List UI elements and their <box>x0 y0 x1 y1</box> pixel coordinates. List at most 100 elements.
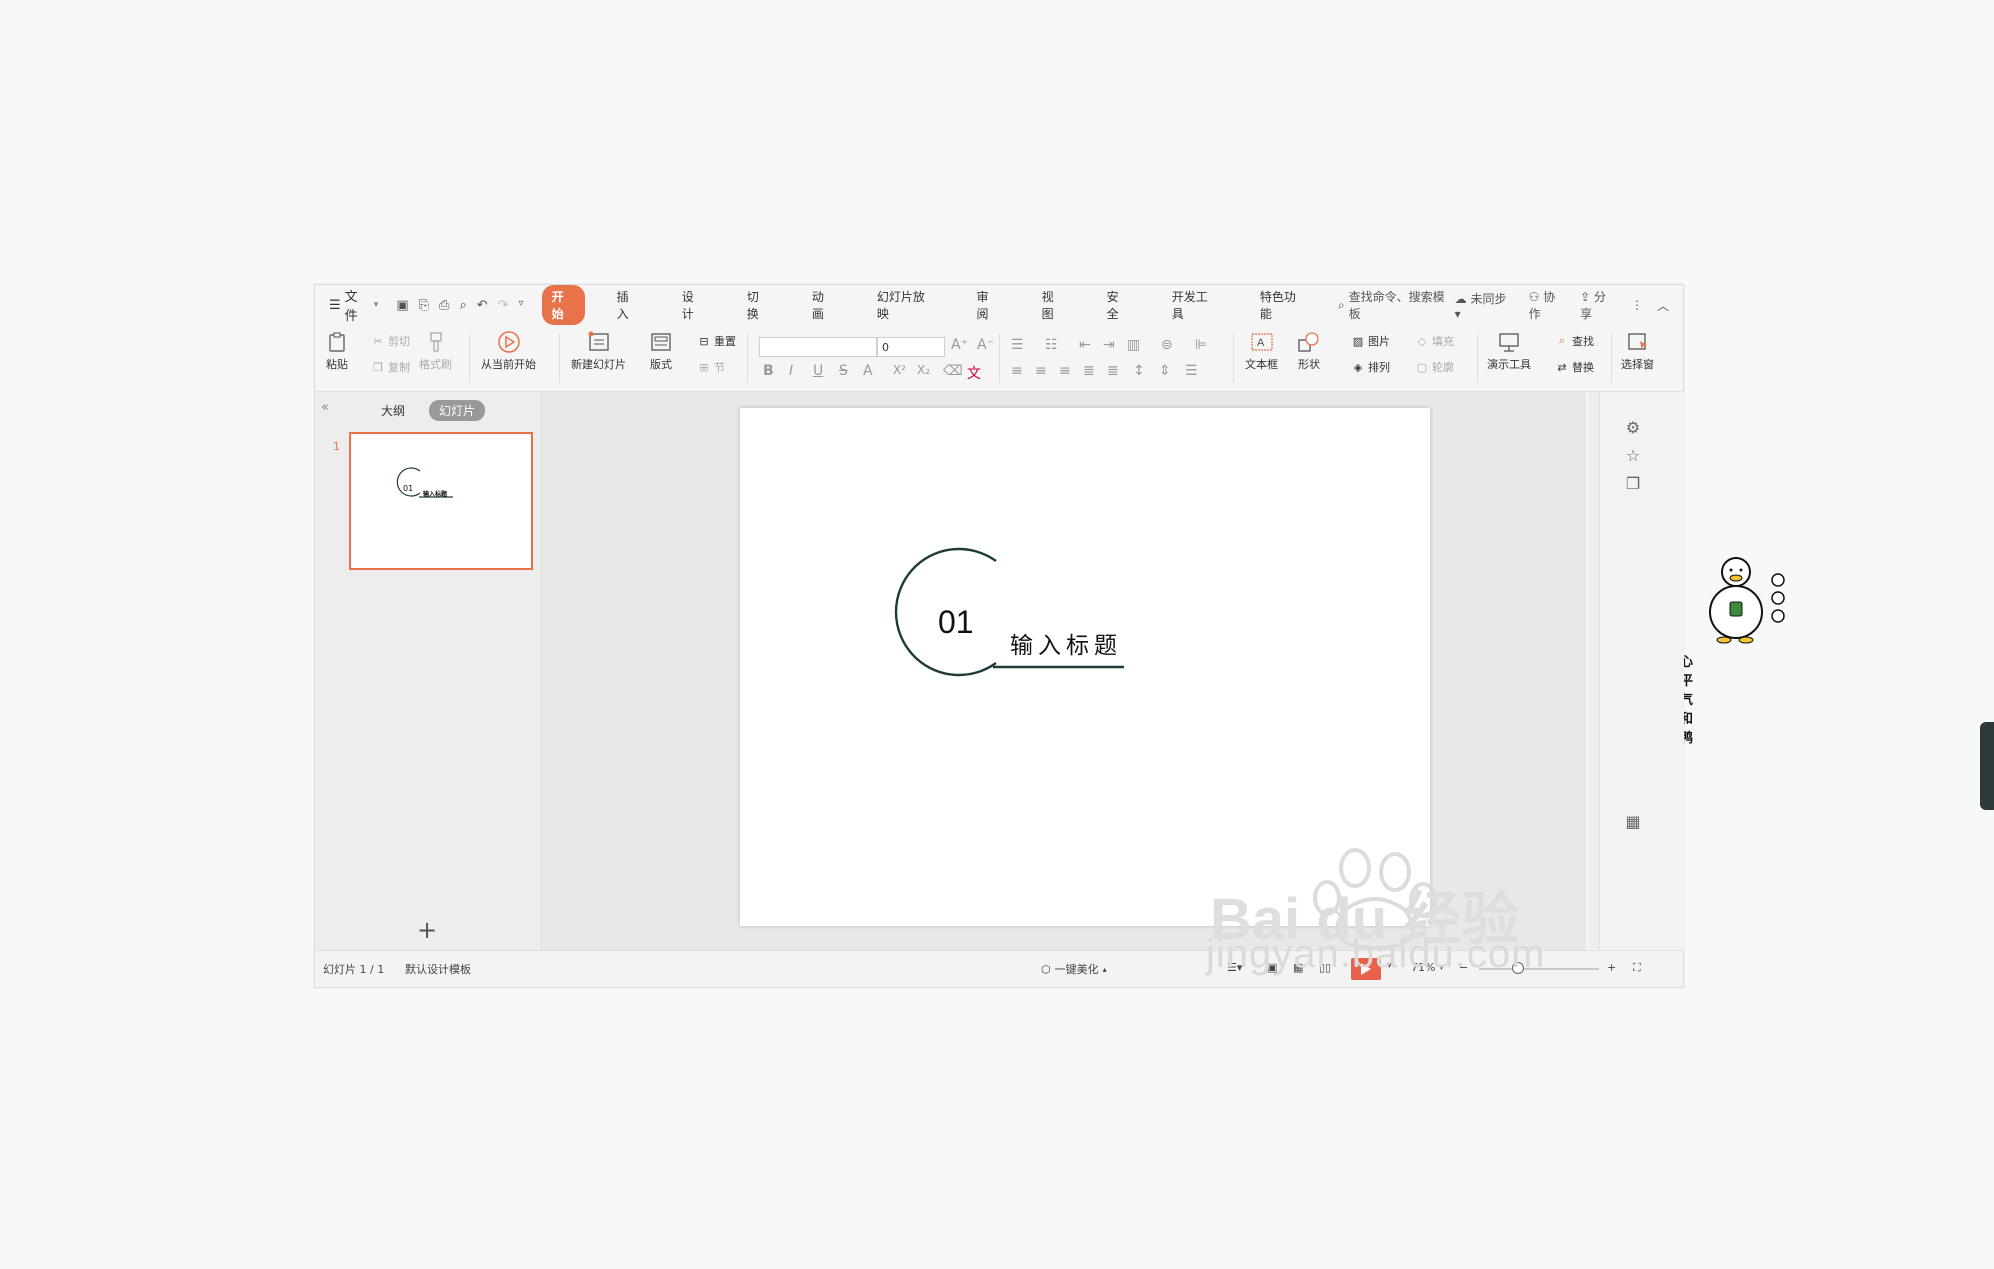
tab-animation[interactable]: 动画 <box>802 285 845 325</box>
bullet-list-icon[interactable]: ☰ <box>1011 337 1024 353</box>
animation-icon[interactable]: ☆ <box>1624 446 1642 465</box>
paragraph-settings-icon[interactable]: ☰ <box>1185 363 1198 379</box>
file-menu[interactable]: ☰ 文件 ▾ <box>329 286 378 324</box>
section-button[interactable]: ⊞ 节 <box>697 359 725 375</box>
reset-button[interactable]: ⊟ 重置 <box>697 333 736 349</box>
customize-icon[interactable]: ▿ <box>519 298 524 313</box>
tab-home[interactable]: 开始 <box>541 285 585 325</box>
subscript-icon[interactable]: X₂ <box>917 363 930 377</box>
add-slide-icon[interactable]: + <box>417 916 437 944</box>
textbox-button[interactable]: A 文本框 <box>1245 331 1278 372</box>
print-icon[interactable]: ⎙ <box>439 298 449 313</box>
numbered-list-icon[interactable]: ☷ <box>1045 337 1058 353</box>
align-center-icon[interactable]: ≡ <box>1035 363 1047 379</box>
tab-transition[interactable]: 切换 <box>737 285 780 325</box>
underline-icon[interactable]: U <box>813 363 823 379</box>
shape-button[interactable]: 形状 <box>1297 331 1321 372</box>
font-color-icon[interactable]: A <box>863 363 873 379</box>
picture-button[interactable]: ▨ 图片 <box>1351 333 1390 349</box>
slide-number-text[interactable]: 01 <box>938 604 974 641</box>
tab-insert[interactable]: 插入 <box>607 285 650 325</box>
tab-slides[interactable]: 幻灯片 <box>429 400 486 421</box>
design-template[interactable]: 默认设计模板 <box>405 961 471 977</box>
side-floating-widget[interactable] <box>1980 722 1994 810</box>
distribute-icon[interactable]: ≣ <box>1107 363 1119 379</box>
selection-pane-label: 选择窗 <box>1621 358 1654 371</box>
format-painter-button[interactable]: 格式刷 <box>419 331 452 372</box>
tab-outline[interactable]: 大纲 <box>371 400 415 421</box>
align-left-icon[interactable]: ≡ <box>1011 363 1023 379</box>
tab-design[interactable]: 设计 <box>672 285 715 325</box>
strikethrough-icon[interactable]: S <box>839 363 848 379</box>
more-icon[interactable]: ⋮ <box>1631 298 1643 312</box>
tab-view[interactable]: 视图 <box>1032 285 1075 325</box>
format-painter-icon[interactable]: ⎘ <box>419 298 429 313</box>
columns-icon[interactable]: ▥ <box>1127 337 1140 353</box>
user-icon: ⚇ <box>1528 290 1540 304</box>
share-button[interactable]: ⇪ 分享 <box>1580 288 1617 322</box>
from-current-button[interactable]: 从当前开始 <box>481 331 536 372</box>
ribbon-divider <box>1477 333 1478 383</box>
properties-icon[interactable]: ⚙ <box>1624 418 1642 437</box>
undo-icon[interactable]: ↶ <box>477 298 488 313</box>
align-text-icon[interactable]: ⊫ <box>1195 337 1207 353</box>
fit-window-icon[interactable]: ⛶ <box>1633 961 1641 975</box>
print-preview-icon[interactable]: ⌕ <box>459 298 466 313</box>
justify-icon[interactable]: ≣ <box>1083 363 1095 379</box>
selection-pane-button[interactable]: 选择窗 <box>1621 331 1654 372</box>
italic-icon[interactable]: I <box>789 363 793 379</box>
decrease-indent-icon[interactable]: ⇤ <box>1079 337 1091 353</box>
new-slide-button[interactable]: 新建幻灯片 <box>571 331 626 372</box>
beautify-button[interactable]: ⬡ 一键美化 ▴ <box>1041 961 1107 977</box>
tab-developer[interactable]: 开发工具 <box>1162 285 1228 325</box>
increase-font-icon[interactable]: A⁺ <box>951 337 968 353</box>
paragraph-spacing-icon[interactable]: ⇕ <box>1159 363 1171 379</box>
hamburger-icon: ☰ <box>329 297 341 313</box>
layout-label: 版式 <box>650 358 672 371</box>
duplicate-icon[interactable]: ❐ <box>1624 474 1642 493</box>
superscript-icon[interactable]: X² <box>893 363 906 377</box>
pinyin-icon[interactable]: 文 <box>967 363 981 383</box>
redo-icon[interactable]: ↷ <box>498 298 509 313</box>
paste-button[interactable]: 粘贴 <box>325 331 349 372</box>
collapse-ribbon-icon[interactable]: ︿ <box>1657 297 1669 314</box>
decrease-font-icon[interactable]: A⁻ <box>977 337 994 353</box>
collab-button[interactable]: ⚇ 协作 <box>1529 288 1567 322</box>
tab-review[interactable]: 审阅 <box>967 285 1010 325</box>
cut-button[interactable]: ✂ 剪切 <box>371 333 410 349</box>
bold-icon[interactable]: B <box>763 363 774 379</box>
outline-button[interactable]: ▢ 轮廓 <box>1415 359 1454 375</box>
copy-button[interactable]: ❐ 复制 <box>371 359 410 375</box>
line-spacing-icon[interactable]: ↕ <box>1133 363 1145 379</box>
tab-security[interactable]: 安全 <box>1097 285 1140 325</box>
arrange-button[interactable]: ◈ 排列 <box>1351 359 1390 375</box>
fill-button[interactable]: ◇ 填充 <box>1415 333 1454 349</box>
cube-icon: ⬡ <box>1041 962 1051 976</box>
layout-button[interactable]: 版式 <box>649 331 673 372</box>
text-direction-icon[interactable]: ⊜ <box>1161 337 1173 353</box>
present-tools-button[interactable]: 演示工具 <box>1487 331 1531 372</box>
chevron-down-icon: ▾ <box>373 300 379 310</box>
clear-format-icon[interactable]: ⌫ <box>943 363 963 379</box>
slide-title-text[interactable]: 输入标题 <box>1010 626 1122 660</box>
save-icon[interactable]: ▣ <box>396 298 408 313</box>
font-size-select[interactable]: 0 <box>877 337 945 357</box>
find-button[interactable]: ⌕ 查找 <box>1555 333 1594 349</box>
slide-thumbnail[interactable]: 01 输入标题 <box>349 432 533 570</box>
grid-icon[interactable]: ▦ <box>1624 812 1642 831</box>
textbox-label: 文本框 <box>1245 358 1278 371</box>
increase-indent-icon[interactable]: ⇥ <box>1103 337 1115 353</box>
zoom-in-icon[interactable]: + <box>1607 961 1616 974</box>
replace-button[interactable]: ⇄ 替换 <box>1555 359 1594 375</box>
command-search[interactable]: ⌕ 查找命令、搜索模板 <box>1338 288 1455 322</box>
right-sidebar: ⚙ ☆ ❐ ▦ <box>1599 392 1684 950</box>
copy-label: 复制 <box>388 361 410 374</box>
align-right-icon[interactable]: ≡ <box>1059 363 1071 379</box>
sync-button[interactable]: ☁ 未同步 ▾ <box>1455 290 1515 321</box>
tab-slideshow[interactable]: 幻灯片放映 <box>867 285 945 325</box>
outline-icon: ▢ <box>1416 360 1428 374</box>
font-size-value: 0 <box>882 340 889 354</box>
vertical-scrollbar[interactable] <box>1589 393 1599 949</box>
tab-special[interactable]: 特色功能 <box>1250 285 1316 325</box>
font-name-select[interactable] <box>759 337 877 357</box>
